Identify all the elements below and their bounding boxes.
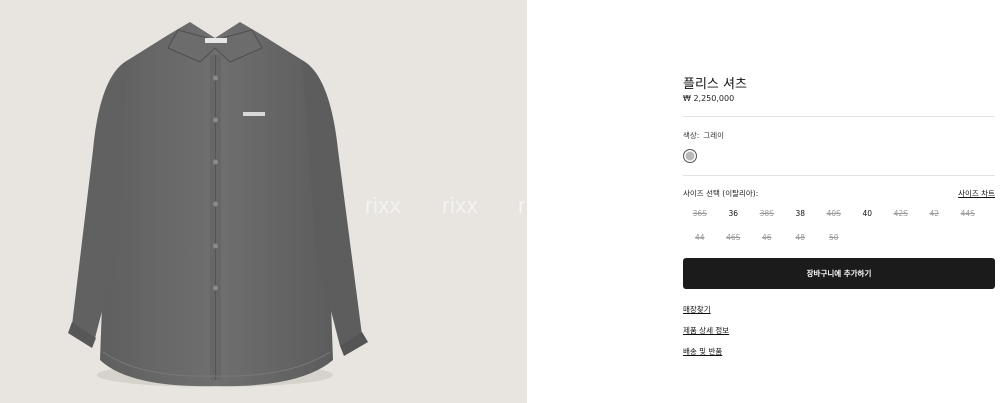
product-image: rixx rixx r	[0, 0, 527, 403]
size-options: 36S 36 38S 38 40S 40 42S 42 44S 44 46S 46 48 50	[683, 208, 983, 244]
product-title: 플리스 셔츠	[683, 77, 747, 92]
product-details-link[interactable]: 제품 상세 정보	[683, 325, 729, 336]
product-price: ₩ 2,250,000	[683, 94, 735, 103]
color-label: 색상:	[683, 131, 700, 140]
find-store-link[interactable]: 매장찾기	[683, 304, 711, 315]
size-option[interactable]: 40	[851, 208, 885, 220]
divider	[683, 116, 995, 117]
size-option[interactable]: 40S	[817, 208, 851, 220]
size-option[interactable]: 44	[683, 232, 717, 244]
size-option[interactable]: 44S	[951, 208, 985, 220]
watermark-text: rixx	[442, 193, 479, 218]
shipping-returns-link[interactable]: 배송 및 반품	[683, 346, 722, 357]
brand-logo	[243, 112, 265, 116]
product-info-panel: 플리스 셔츠 ₩ 2,250,000 색상: 그레이 사이즈 선택 (이탈리아):…	[683, 0, 995, 403]
size-chart-link[interactable]: 사이즈 차트	[958, 188, 995, 199]
color-info: 색상: 그레이	[683, 130, 724, 141]
watermark-text: r	[518, 193, 526, 218]
size-option[interactable]: 42S	[884, 208, 918, 220]
size-option[interactable]: 36	[717, 208, 751, 220]
size-option[interactable]: 48	[784, 232, 818, 244]
watermark-text: rixx	[365, 193, 402, 218]
size-option[interactable]: 50	[817, 232, 851, 244]
size-option[interactable]: 38	[784, 208, 818, 220]
color-value: 그레이	[703, 131, 725, 140]
divider	[683, 175, 995, 176]
size-option[interactable]: 42	[918, 208, 952, 220]
add-to-cart-button[interactable]: 장바구니에 추가하기	[683, 258, 995, 289]
size-option[interactable]: 46S	[717, 232, 751, 244]
size-option[interactable]: 46	[750, 232, 784, 244]
size-option[interactable]: 36S	[683, 208, 717, 220]
size-option[interactable]: 38S	[750, 208, 784, 220]
color-swatch-gray[interactable]	[683, 149, 697, 163]
size-label: 사이즈 선택 (이탈리아):	[683, 189, 759, 198]
